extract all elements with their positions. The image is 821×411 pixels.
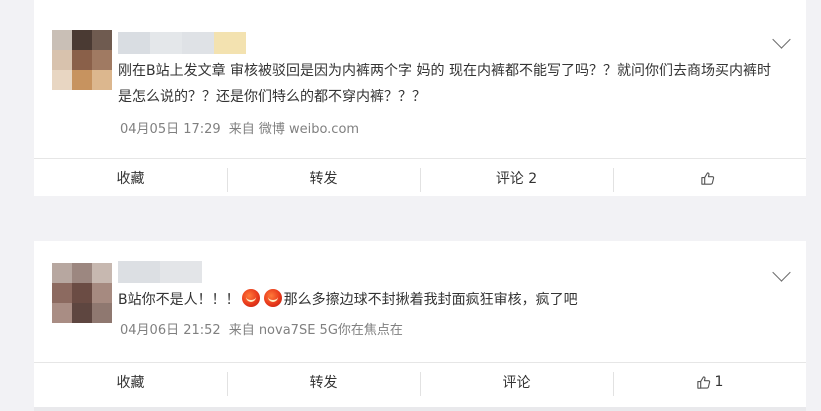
post-text-before: B站你不是人！！！ xyxy=(118,292,240,308)
post-text: 刚在B站上发文章 审核被驳回是因为内裤两个字 妈的 现在内裤都不能写了吗？？就问… xyxy=(118,63,771,105)
action-bar: 收藏 转发 评论 1 xyxy=(34,363,806,401)
repost-label: 转发 xyxy=(309,171,338,187)
favorite-button[interactable]: 收藏 xyxy=(34,159,227,197)
post-time[interactable]: 04月05日 17:29 xyxy=(120,122,221,137)
chevron-down-icon[interactable] xyxy=(772,263,791,282)
post-text: B站你不是人！！！ 那么多擦边球不封揪着我封面疯狂审核，疯了吧 xyxy=(118,287,778,313)
repost-button[interactable]: 转发 xyxy=(227,159,420,197)
weibo-post-card: B站你不是人！！！ 那么多擦边球不封揪着我封面疯狂审核，疯了吧 04月06日 21… xyxy=(34,241,806,411)
avatar[interactable] xyxy=(52,263,112,323)
repost-button[interactable]: 转发 xyxy=(227,363,420,401)
thumbs-up-icon xyxy=(700,171,715,186)
like-button[interactable] xyxy=(613,159,806,197)
post-meta: 04月06日 21:52 来自 nova7SE 5G你在焦点在 xyxy=(120,319,403,338)
weibo-post-card: 刚在B站上发文章 审核被驳回是因为内裤两个字 妈的 现在内裤都不能写了吗？？就问… xyxy=(34,0,806,196)
blurred-nickname[interactable] xyxy=(118,261,202,283)
comment-label: 评论 2 xyxy=(495,171,538,187)
post-meta: 04月05日 17:29 来自 微博 weibo.com xyxy=(120,118,359,137)
favorite-button[interactable]: 收藏 xyxy=(34,363,227,401)
favorite-label: 收藏 xyxy=(116,171,145,187)
chevron-down-icon[interactable] xyxy=(772,30,791,49)
avatar[interactable] xyxy=(52,30,112,90)
repost-label: 转发 xyxy=(309,375,338,391)
post-text-after: 那么多擦边球不封揪着我封面疯狂审核，疯了吧 xyxy=(283,292,578,308)
angry-emoji-icon xyxy=(241,289,260,307)
comment-button[interactable]: 评论 2 xyxy=(420,159,613,197)
post-time[interactable]: 04月06日 21:52 xyxy=(120,323,221,338)
blurred-nickname[interactable] xyxy=(118,32,246,54)
post-source: 来自 nova7SE 5G你在焦点在 xyxy=(228,323,403,338)
comment-label: 评论 xyxy=(502,375,531,391)
post-source: 来自 微博 weibo.com xyxy=(228,122,360,137)
thumbs-up-icon xyxy=(696,375,711,390)
favorite-label: 收藏 xyxy=(116,375,145,391)
comment-button[interactable]: 评论 xyxy=(420,363,613,401)
like-button[interactable]: 1 xyxy=(613,363,806,401)
action-bar: 收藏 转发 评论 2 xyxy=(34,159,806,197)
angry-emoji-icon xyxy=(263,289,282,307)
divider xyxy=(34,407,806,411)
like-count: 1 xyxy=(714,374,724,390)
